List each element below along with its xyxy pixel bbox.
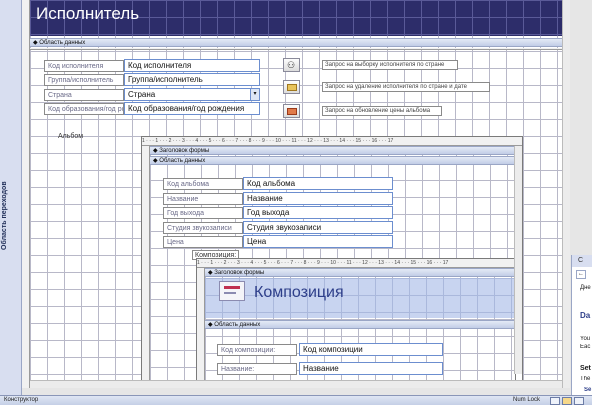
composition-section-detail-label: Область данных [214,322,261,328]
field-label-group: Группа/исполнитель [44,74,124,86]
album-vertical-scrollbar[interactable] [514,146,522,374]
composition-label-name: Название: [217,363,297,375]
composition-header-band [205,278,515,318]
composition-form-icon [219,281,245,301]
main-vertical-scrollbar[interactable] [562,0,570,388]
task-pane-back-button[interactable]: ← [576,270,586,279]
task-pane-line-7[interactable]: Se [584,387,591,393]
album-section-detail[interactable]: ◆ Область данных [150,156,514,165]
task-pane-line-2: Da [580,311,591,320]
chevron-down-icon: ▾ [253,91,257,97]
task-pane-title: С [578,257,584,264]
album-ruler-text: 1 · · · 1 · · · 2 · · · 3 · · · 4 · · · … [142,138,394,144]
album-label-code: Код альбома [163,178,243,190]
field-country[interactable]: Страна [124,88,260,101]
query-delete-label: Запрос на удаление исполнителя по стране… [322,82,490,92]
composition-section-detail[interactable]: ◆ Область данных [205,320,515,329]
query-delete-button[interactable] [283,80,300,94]
status-bar: Конструктор Num Lock [0,395,592,405]
album-subform-label: Альбом [58,133,84,140]
delete-query-icon [287,84,297,91]
query-update-label: Запрос на обновление цены альбома [322,106,442,116]
vertical-ruler [22,0,30,388]
album-section-header-label: Заголовок формы [159,148,210,154]
country-dropdown-button[interactable]: ▾ [250,89,259,100]
field-label-education: Код образования/год ро [44,103,124,115]
composition-label-code: Код композиции: [217,344,297,356]
section-detail-label: Область данных [39,40,86,46]
query-select-button[interactable]: ⚇ [283,58,300,72]
binoculars-icon: ⚇ [287,60,296,70]
task-pane-line-4: Eac [580,344,591,350]
composition-ruler-h: 1 · · · 1 · · · 2 · · · 3 · · · 4 · · · … [197,259,515,268]
album-field-year[interactable]: Год выхода [243,206,393,219]
form-title[interactable]: Исполнитель [36,4,139,24]
task-pane-line-3: You [580,336,591,342]
composition-field-name[interactable]: Название [299,362,443,375]
composition-ruler-text: 1 · · · 1 · · · 2 · · · 3 · · · 4 · · · … [197,260,449,266]
status-mode: Конструктор [4,397,39,403]
field-label-country: Страна [44,89,124,101]
album-field-price[interactable]: Цена [243,235,393,248]
album-field-code[interactable]: Код альбома [243,177,393,190]
album-ruler-h: 1 · · · 1 · · · 2 · · · 3 · · · 4 · · · … [142,137,522,146]
navigation-pane[interactable]: Область переходов [0,0,22,395]
album-field-studio[interactable]: Студия звукозаписи [243,221,393,234]
right-task-pane[interactable]: С ← Дне Da You Eac Set The Se [571,255,592,395]
task-pane-line-5: Set [580,365,591,372]
field-group[interactable]: Группа/исполнитель [124,73,260,86]
update-query-icon [287,108,297,115]
section-detail[interactable]: ◆ Область данных [30,38,562,47]
view-form-icon[interactable] [550,397,560,405]
album-section-detail-label: Область данных [159,158,206,164]
query-update-button[interactable] [283,104,300,118]
composition-ruler-v [197,268,205,381]
album-ruler-v [142,146,150,382]
horizontal-ruler [30,48,562,50]
composition-title[interactable]: Композиция [254,284,344,302]
album-label-name: Название [163,193,243,205]
field-artist-code[interactable]: Код исполнителя [124,59,260,72]
field-education[interactable]: Код образования/год рождения [124,102,260,115]
navigation-pane-label: Область переходов [1,181,8,250]
task-pane-line-6: The [580,376,591,382]
album-label-price: Цена [163,236,243,248]
arrow-left-icon: ← [578,271,584,277]
status-numlock: Num Lock [513,397,541,403]
album-label-year: Год выхода [163,207,243,219]
composition-section-header-label: Заголовок формы [214,270,265,276]
field-label-artist-code: Код исполнителя [44,60,124,72]
task-pane-line-1: Дне [580,285,591,291]
task-pane-header: С [572,255,592,267]
view-layout-icon[interactable] [574,397,584,405]
composition-section-header[interactable]: ◆ Заголовок формы [205,268,515,277]
main-horizontal-scrollbar[interactable] [30,380,562,388]
album-field-name[interactable]: Название [243,192,393,205]
query-select-label: Запрос на выборку исполнителя по стране [322,60,458,70]
view-design-icon[interactable] [562,397,572,405]
album-label-studio: Студия звукозаписи [163,222,243,234]
composition-field-code[interactable]: Код композиции [299,343,443,356]
album-section-header[interactable]: ◆ Заголовок формы [150,146,514,155]
